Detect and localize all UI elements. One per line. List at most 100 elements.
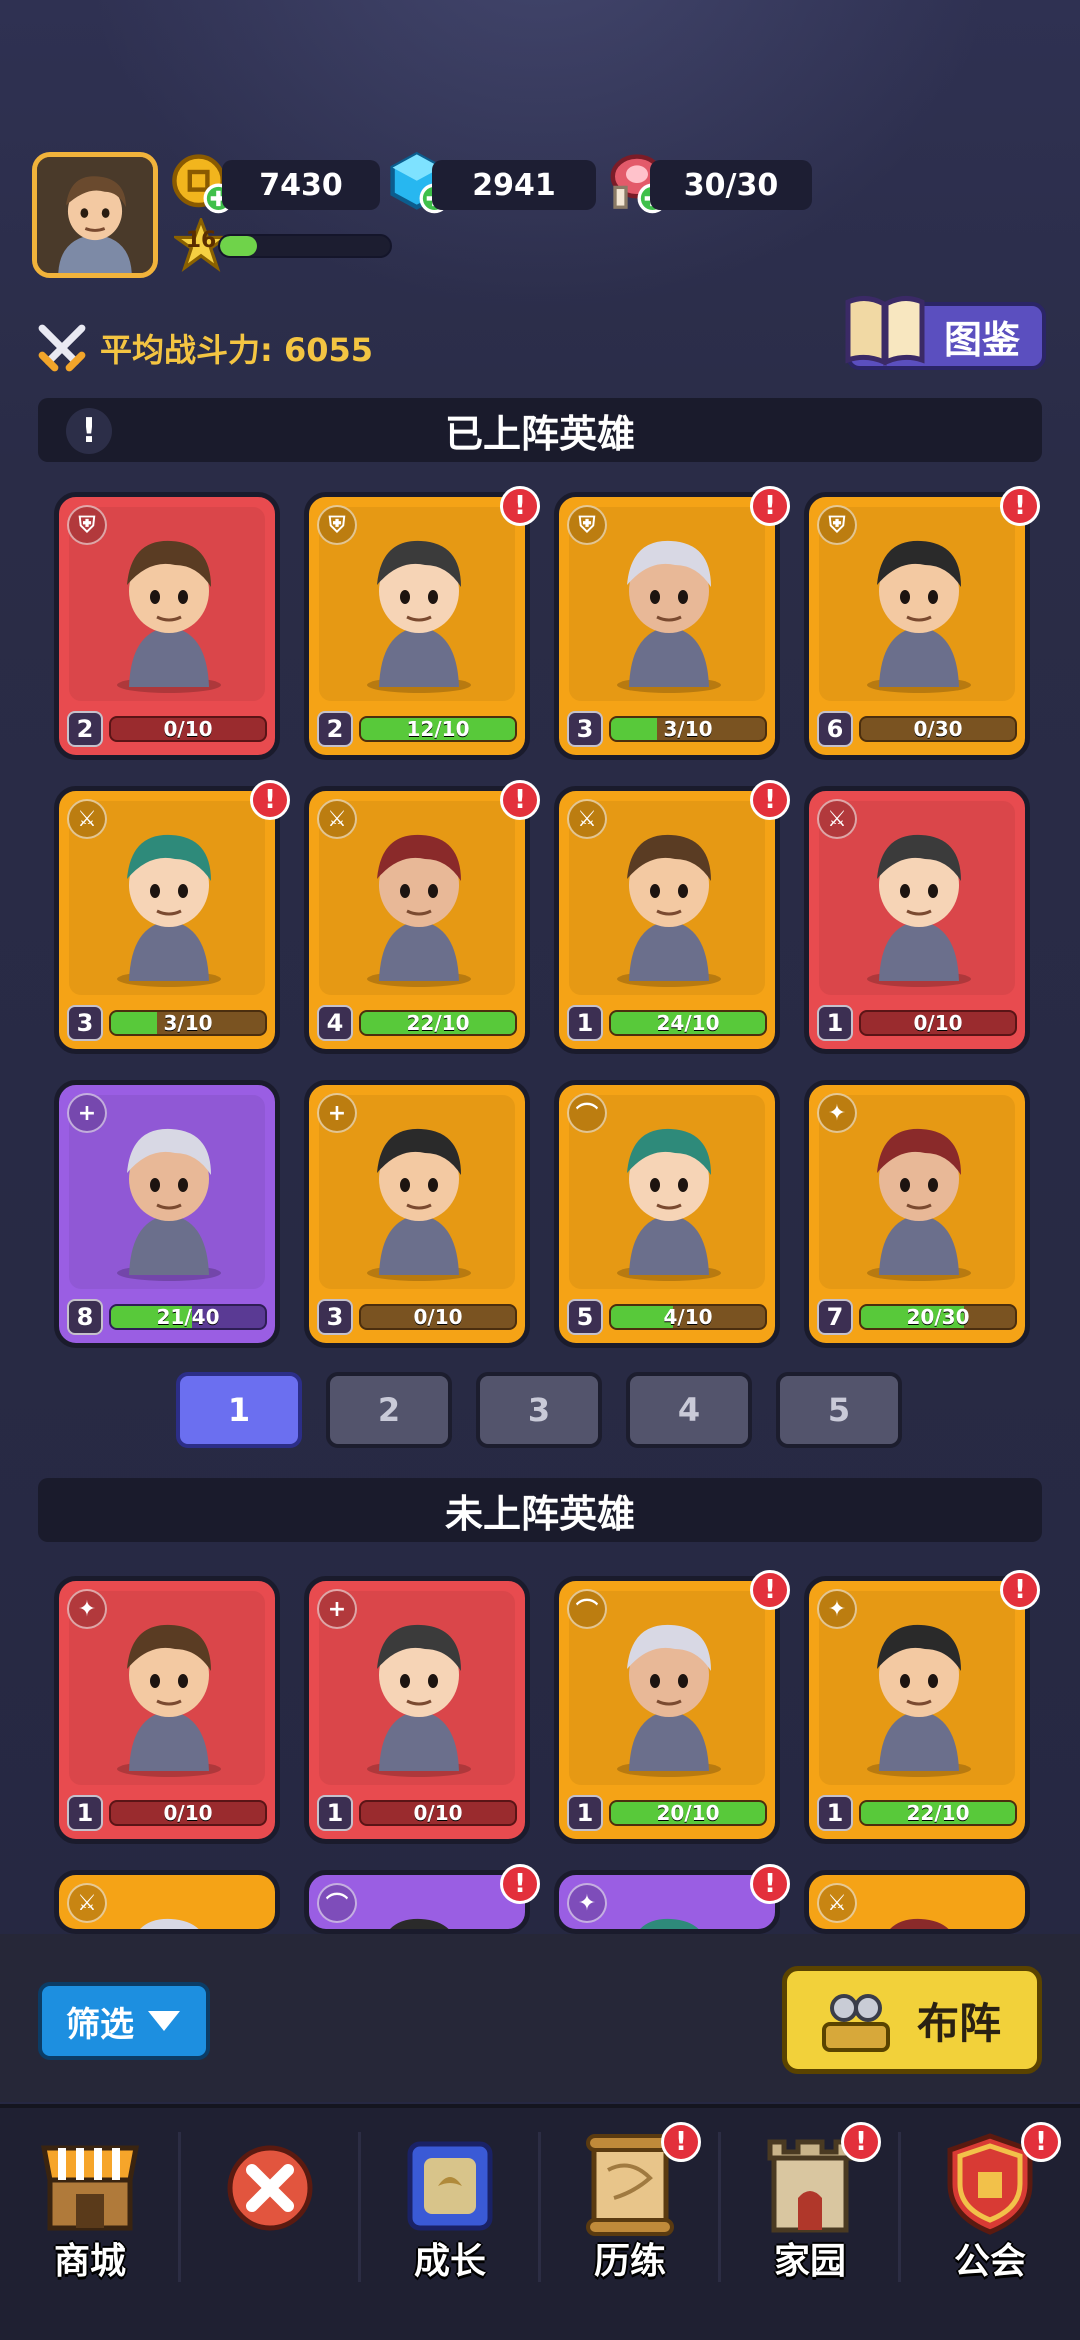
shield-icon: ⛨ [817, 505, 857, 545]
deployed-hero-card[interactable]: +3 0/10 [304, 1080, 530, 1348]
hero-card-footer: 2 12/10 [317, 711, 517, 747]
fragment-progress-bar: 0/10 [359, 1304, 517, 1330]
close-icon [220, 2128, 320, 2238]
nav-item-close[interactable] [195, 2118, 345, 2318]
info-alert-icon[interactable]: ! [66, 408, 112, 454]
sword-icon: ⚔ [67, 799, 107, 839]
hero-star-level: 1 [567, 1795, 603, 1831]
avatar-portrait-icon [37, 157, 153, 273]
undeployed-hero-card[interactable]: ✦ 1 22/10 [804, 1576, 1030, 1844]
book-icon [845, 296, 925, 366]
fragment-progress-text: 0/10 [413, 1801, 463, 1825]
hero-portrait [339, 1107, 499, 1283]
undeployed-heroes-title: 未上阵英雄 [444, 1491, 635, 1536]
average-power-label: 平均战斗力: 6055 [100, 331, 374, 369]
undeployed-hero-card[interactable]: +1 0/10 [304, 1576, 530, 1844]
deployed-hero-card[interactable]: ⌒ 5 4/10 [554, 1080, 780, 1348]
hero-star-level: 4 [317, 1005, 353, 1041]
hero-card-footer: 1 24/10 [567, 1005, 767, 1041]
nav-label: 家园 [773, 2241, 846, 2282]
fragment-progress-bar: 20/30 [859, 1304, 1017, 1330]
stamina-amount: 30/30 [650, 160, 812, 210]
magic-icon: ✦ [817, 1589, 857, 1629]
fragment-progress-bar: 3/10 [109, 1010, 267, 1036]
atlas-label: 图鉴 [943, 317, 1020, 362]
undeployed-hero-card[interactable]: ✦ 1 0/10 [54, 1576, 280, 1844]
deployed-heroes-header: ! 已上阵英雄 [38, 398, 1042, 462]
shield-icon: ⛨ [317, 505, 357, 545]
fragment-progress-text: 0/10 [163, 717, 213, 741]
hero-star-level: 1 [567, 1005, 603, 1041]
hero-star-level: 8 [67, 1299, 103, 1335]
hero-card-footer: 8 21/40 [67, 1299, 267, 1335]
hero-portrait [89, 1897, 249, 1929]
deployed-hero-card[interactable]: ⚔ 3 3/10 [54, 786, 280, 1054]
page-button-1[interactable]: 1 [176, 1372, 302, 1448]
player-avatar[interactable] [32, 152, 158, 278]
magic-icon: ✦ [567, 1883, 607, 1923]
page-button-5[interactable]: 5 [776, 1372, 902, 1448]
hero-portrait [339, 1897, 499, 1929]
deployed-hero-card[interactable]: ⚔ 4 22/10 [304, 786, 530, 1054]
hero-star-level: 2 [67, 711, 103, 747]
deployed-hero-card[interactable]: ⚔ 1 0/10 [804, 786, 1030, 1054]
gold-amount: 7430 [222, 160, 380, 210]
plus-icon: + [317, 1093, 357, 1133]
undeployed-hero-card[interactable]: ⌒ 1 20/10 [554, 1576, 780, 1844]
nav-divider [178, 2132, 181, 2282]
nav-item-shop[interactable]: 商城 [15, 2118, 165, 2318]
fragment-progress-text: 20/10 [656, 1801, 720, 1825]
sword-icon: ⚔ [817, 799, 857, 839]
fragment-progress-bar: 20/10 [609, 1800, 767, 1826]
xp-bar [218, 234, 392, 258]
hero-portrait [339, 813, 499, 989]
deployed-hero-card[interactable]: ⚔ 1 24/10 [554, 786, 780, 1054]
hero-card-footer: 1 0/10 [317, 1795, 517, 1831]
page-button-4[interactable]: 4 [626, 1372, 752, 1448]
page-button-2[interactable]: 2 [326, 1372, 452, 1448]
filter-label: 筛选 [66, 2004, 134, 2045]
fragment-progress-text: 24/10 [656, 1011, 720, 1035]
hero-card-footer: 7 20/30 [817, 1299, 1017, 1335]
deployed-hero-card[interactable]: +8 21/40 [54, 1080, 280, 1348]
magic-icon: ✦ [67, 1589, 107, 1629]
deployed-hero-card[interactable]: ⛨ 2 12/10 [304, 492, 530, 760]
fragment-progress-bar: 12/10 [359, 716, 517, 742]
hero-card-footer: 1 20/10 [567, 1795, 767, 1831]
page-button-3[interactable]: 3 [476, 1372, 602, 1448]
gem-amount: 2941 [432, 160, 596, 210]
undeployed-clipped-hero-card[interactable]: ⚔ [804, 1870, 1030, 1934]
hero-portrait [339, 519, 499, 695]
hero-portrait [589, 813, 749, 989]
deployed-hero-card[interactable]: ⛨ 2 0/10 [54, 492, 280, 760]
nav-label: 历练 [593, 2241, 666, 2282]
hero-star-level: 3 [67, 1005, 103, 1041]
magic-icon: ✦ [817, 1093, 857, 1133]
hero-card-footer: 6 0/30 [817, 711, 1017, 747]
undeployed-clipped-hero-card[interactable]: ✦ [554, 1870, 780, 1934]
hero-card-footer: 2 0/10 [67, 711, 267, 747]
alert-badge-icon: ! [1000, 486, 1040, 526]
hero-star-level: 1 [817, 1795, 853, 1831]
deployed-hero-card[interactable]: ⛨ 6 0/30 [804, 492, 1030, 760]
deployed-hero-card[interactable]: ✦ 7 20/30 [804, 1080, 1030, 1348]
nav-item-growth[interactable]: 成长 [375, 2118, 525, 2318]
hero-portrait [589, 1897, 749, 1929]
nav-divider [538, 2132, 541, 2282]
undeployed-clipped-hero-card[interactable]: ⚔ [54, 1870, 280, 1934]
undeployed-clipped-hero-card[interactable]: ⌒ [304, 1870, 530, 1934]
fragment-progress-text: 3/10 [663, 717, 713, 741]
bow-icon: ⌒ [317, 1883, 357, 1923]
undeployed-heroes-header: 未上阵英雄 [38, 1478, 1042, 1542]
deployed-hero-card[interactable]: ⛨ 3 3/10 [554, 492, 780, 760]
filter-button[interactable]: 筛选 [38, 1982, 210, 2060]
plus-icon: + [67, 1093, 107, 1133]
alert-badge-icon: ! [1021, 2122, 1061, 2162]
alert-badge-icon: ! [841, 2122, 881, 2162]
alert-badge-icon: ! [661, 2122, 701, 2162]
nav-divider [898, 2132, 901, 2282]
sword-icon: ⚔ [817, 1883, 857, 1923]
hero-card-footer: 1 0/10 [67, 1795, 267, 1831]
fragment-progress-text: 0/10 [913, 1011, 963, 1035]
fragment-progress-text: 22/10 [906, 1801, 970, 1825]
